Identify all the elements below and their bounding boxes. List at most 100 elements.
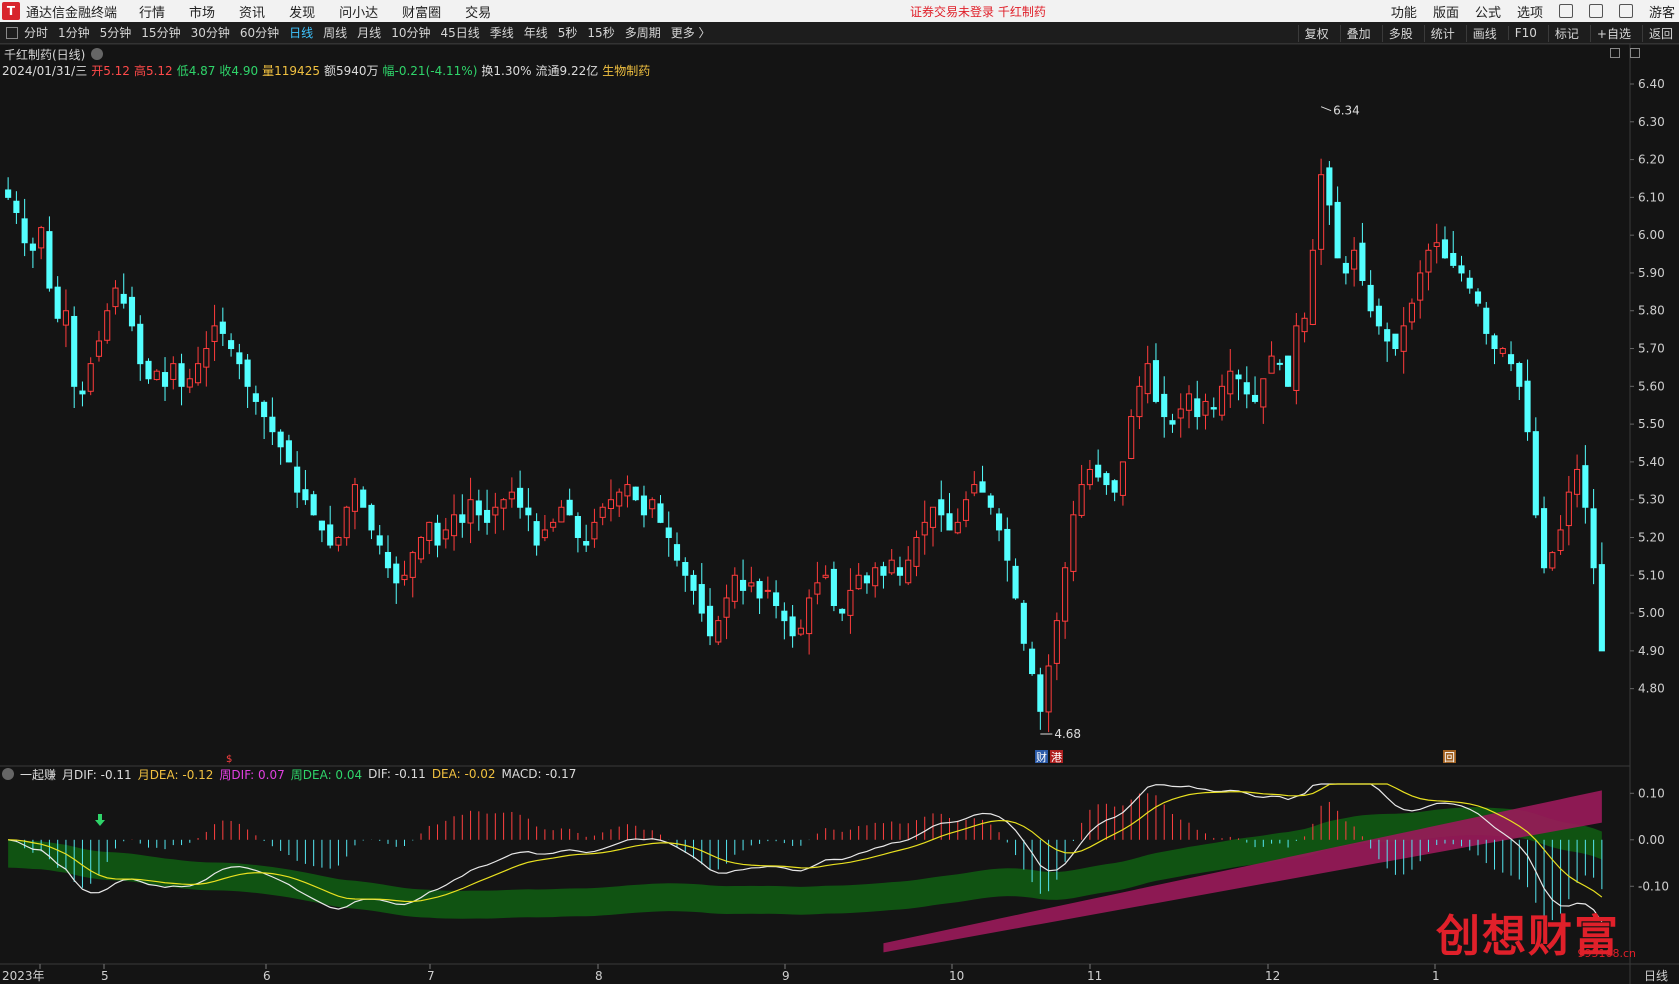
candle-body[interactable]	[1004, 528, 1011, 561]
candle-body[interactable]	[1342, 262, 1349, 274]
candle-body[interactable]	[896, 567, 904, 576]
candle-body[interactable]	[393, 563, 400, 584]
period-30min[interactable]: 30分钟	[191, 24, 230, 41]
candle-body[interactable]	[211, 325, 218, 342]
candle-body[interactable]	[1524, 380, 1531, 433]
candle-body[interactable]	[607, 499, 615, 510]
candle-body[interactable]	[1293, 325, 1300, 391]
menu-faxian[interactable]: 发现	[289, 2, 315, 21]
candle-body[interactable]	[1491, 335, 1498, 350]
candle-body[interactable]	[467, 499, 474, 524]
candle-body[interactable]	[541, 529, 548, 539]
clipboard-icon[interactable]	[1588, 4, 1603, 18]
tool-zixuan[interactable]: +自选	[1589, 24, 1637, 42]
candle-body[interactable]	[1474, 291, 1482, 304]
candle-body[interactable]	[1499, 348, 1506, 354]
candle-body[interactable]	[673, 544, 681, 561]
candle-body[interactable]	[517, 487, 524, 508]
candle-body[interactable]	[426, 521, 433, 541]
menu-caifuquan[interactable]: 财富圈	[402, 2, 441, 21]
candle-body[interactable]	[1037, 674, 1044, 712]
menu-wenxiaoda[interactable]: 问小达	[339, 2, 378, 21]
candle-body[interactable]	[740, 579, 747, 591]
candle-body[interactable]	[1549, 552, 1556, 569]
candle-body[interactable]	[1516, 362, 1523, 387]
candle-body[interactable]	[492, 506, 499, 516]
candle-body[interactable]	[781, 610, 788, 622]
candle-body[interactable]	[987, 495, 994, 508]
candle-body[interactable]	[830, 568, 837, 607]
menu-shichang[interactable]: 市场	[189, 2, 215, 21]
candle-body[interactable]	[566, 499, 573, 516]
period-5min[interactable]: 5分钟	[100, 24, 132, 41]
candle-body[interactable]	[1268, 355, 1275, 374]
window-icon[interactable]	[1630, 48, 1640, 58]
candle-body[interactable]	[13, 200, 20, 213]
candle-body[interactable]	[450, 514, 458, 537]
candle-body[interactable]	[1260, 378, 1267, 408]
refresh-icon[interactable]	[1558, 4, 1573, 18]
candle-body[interactable]	[1590, 508, 1597, 569]
candle-body[interactable]	[1574, 468, 1581, 495]
tool-diejia[interactable]: 叠加	[1339, 24, 1377, 42]
candle-body[interactable]	[1235, 374, 1242, 380]
menu-jiaoyi[interactable]: 交易	[465, 2, 491, 21]
candle-body[interactable]	[847, 589, 854, 616]
candle-body[interactable]	[1483, 307, 1490, 334]
candle-body[interactable]	[905, 559, 912, 584]
candle-body[interactable]	[682, 562, 689, 576]
tool-fuquan[interactable]: 复权	[1297, 24, 1335, 42]
candle-body[interactable]	[1285, 355, 1292, 387]
candle-body[interactable]	[1045, 665, 1052, 713]
candle-body[interactable]	[376, 535, 383, 546]
candle-body[interactable]	[962, 499, 970, 521]
user-label[interactable]: 游客	[1649, 2, 1675, 21]
candle-body[interactable]	[351, 484, 359, 512]
candle-body[interactable]	[87, 363, 94, 392]
candle-body[interactable]	[384, 551, 392, 569]
candle-body[interactable]	[995, 513, 1003, 531]
candle-body[interactable]	[1020, 602, 1027, 644]
candle-body[interactable]	[1541, 508, 1548, 569]
candle-body[interactable]	[1466, 277, 1473, 289]
candle-body[interactable]	[244, 359, 251, 387]
candle-body[interactable]	[1565, 491, 1572, 527]
candle-body[interactable]	[888, 559, 895, 574]
candle-body[interactable]	[1086, 468, 1093, 486]
candle-body[interactable]	[1384, 329, 1391, 342]
candle-body[interactable]	[417, 536, 425, 560]
menu-xuanxiang[interactable]: 选项	[1517, 2, 1543, 21]
candle-body[interactable]	[1582, 465, 1589, 508]
candle-body[interactable]	[360, 489, 367, 508]
candle-body[interactable]	[822, 574, 829, 578]
trade-login-notice[interactable]: 证券交易未登录 千红制药	[910, 3, 1046, 20]
candle-body[interactable]	[1078, 484, 1085, 516]
candle-body[interactable]	[591, 521, 598, 540]
candle-body[interactable]	[1161, 393, 1168, 418]
candle-body[interactable]	[1095, 464, 1102, 478]
candle-body[interactable]	[194, 363, 202, 384]
kline-chart[interactable]: 6.40 6.30 6.20 6.10 6.00 5.90 5.80 5.70 5.60 5.50…	[0, 44, 1679, 984]
candle-body[interactable]	[1441, 239, 1449, 259]
candle-body[interactable]	[624, 484, 631, 497]
period-15min[interactable]: 15分钟	[141, 24, 180, 41]
candle-body[interactable]	[219, 321, 226, 334]
candle-body[interactable]	[21, 218, 28, 244]
candle-body[interactable]	[294, 466, 301, 493]
candle-body[interactable]	[5, 189, 12, 198]
candle-body[interactable]	[261, 401, 268, 418]
candle-body[interactable]	[186, 378, 193, 388]
candle-body[interactable]	[863, 575, 870, 584]
candle-body[interactable]	[1210, 407, 1217, 410]
candle-body[interactable]	[723, 597, 730, 618]
candle-body[interactable]	[756, 581, 763, 599]
candle-body[interactable]	[459, 514, 466, 523]
candle-body[interactable]	[112, 287, 119, 308]
candle-body[interactable]	[1309, 249, 1316, 325]
candle-body[interactable]	[938, 499, 945, 516]
indicator-name[interactable]: 一起赚	[20, 766, 56, 783]
candle-body[interactable]	[797, 627, 804, 635]
period-60min[interactable]: 60分钟	[240, 24, 279, 41]
candle-body[interactable]	[946, 513, 953, 531]
candle-body[interactable]	[971, 484, 978, 494]
